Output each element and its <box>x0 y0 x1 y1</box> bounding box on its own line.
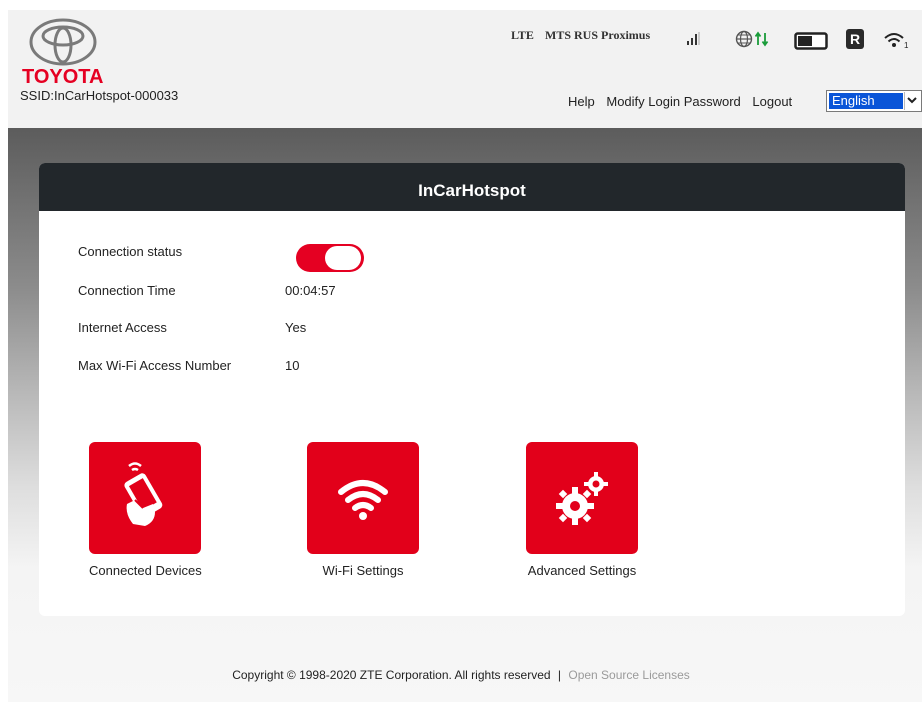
connection-status-label: Connection status <box>78 244 183 259</box>
hand-phone-icon <box>124 462 163 526</box>
advanced-settings-label: Advanced Settings <box>527 563 637 578</box>
brand-name: TOYOTA <box>22 66 104 88</box>
wifi-settings-label: Wi-Fi Settings <box>322 563 404 578</box>
footer-separator: | <box>557 668 562 682</box>
language-selected-value: English <box>829 93 903 109</box>
modify-password-link[interactable]: Modify Login Password <box>606 94 740 109</box>
operator-name: MTS RUS Proximus <box>545 28 651 42</box>
internet-access-label: Internet Access <box>78 320 167 335</box>
connection-time-value: 00:04:57 <box>285 283 336 298</box>
top-links: Help Modify Login Password Logout <box>568 94 800 109</box>
open-source-licenses-link[interactable]: Open Source Licenses <box>568 668 689 682</box>
top-header: TOYOTA SSID:InCarHotspot-000033 LTE MTS … <box>8 10 922 128</box>
max-wifi-access-label: Max Wi-Fi Access Number <box>78 358 232 373</box>
max-wifi-access-value: 10 <box>285 358 300 373</box>
roaming-badge: R <box>846 29 864 49</box>
hotspot-card: InCarHotspot Connection status Connectio… <box>39 163 905 616</box>
data-transfer-icon <box>755 31 769 47</box>
footer: Copyright © 1998-2020 ZTE Corporation. A… <box>0 668 922 682</box>
wifi-settings-tile[interactable] <box>307 442 419 554</box>
globe-icon <box>735 30 753 48</box>
card-title: InCarHotspot <box>39 163 905 211</box>
connected-devices-label: Connected Devices <box>89 563 202 578</box>
copyright-text: Copyright © 1998-2020 ZTE Corporation. A… <box>232 668 551 682</box>
toggle-knob <box>325 246 361 270</box>
connection-toggle[interactable] <box>296 244 364 272</box>
logout-link[interactable]: Logout <box>752 94 792 109</box>
wifi-status-icon: 1 <box>884 33 909 50</box>
chevron-down-icon <box>904 92 920 110</box>
network-type: LTE <box>511 28 534 42</box>
battery-icon <box>794 32 828 50</box>
advanced-settings-tile[interactable] <box>526 442 638 554</box>
toyota-emblem-icon <box>29 18 97 66</box>
connection-time-label: Connection Time <box>78 283 176 298</box>
signal-strength-icon <box>687 32 700 45</box>
wifi-icon <box>338 480 388 520</box>
help-link[interactable]: Help <box>568 94 595 109</box>
gears-icon <box>556 472 608 525</box>
wifi-users-count: 1 <box>904 41 909 50</box>
language-select[interactable]: English <box>826 90 922 112</box>
connected-devices-tile[interactable] <box>89 442 201 554</box>
ssid-label: SSID:InCarHotspot-000033 <box>20 88 179 103</box>
internet-access-value: Yes <box>285 320 307 335</box>
